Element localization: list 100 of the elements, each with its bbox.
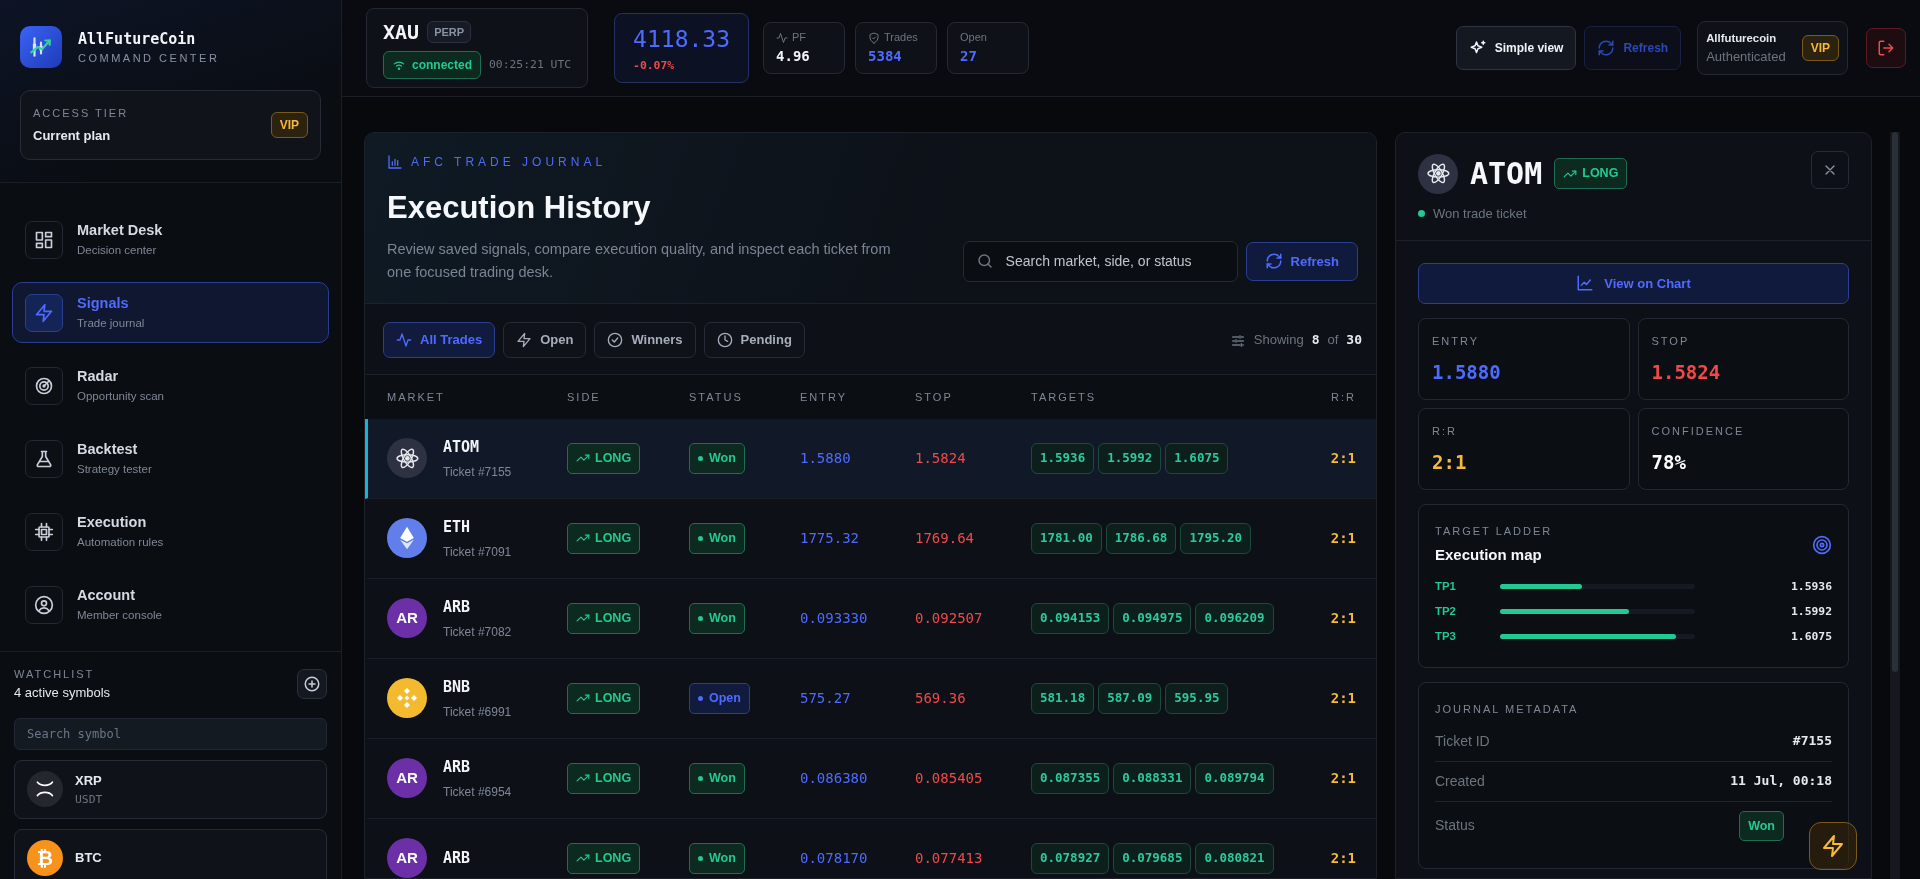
nav-item[interactable]: Account Member console — [12, 574, 329, 635]
side-badge: LONG — [567, 442, 641, 474]
shown-count: 8 — [1311, 331, 1320, 350]
status-badge: Won — [689, 522, 745, 554]
grid-icon — [34, 229, 54, 250]
stop-price: 0.092507 — [915, 608, 984, 628]
nav-item[interactable]: Market Desk Decision center — [12, 209, 329, 270]
target-price: 1781.00 — [1031, 522, 1102, 554]
status-text: Won trade ticket — [1433, 205, 1527, 223]
filter-tab[interactable]: All Trades — [383, 322, 496, 358]
search-field[interactable]: Search market, side, or status — [962, 240, 1238, 282]
chip-icon — [34, 521, 54, 542]
stat-value: 5384 — [868, 46, 903, 66]
stat-label: Trades — [884, 30, 918, 46]
watchlist-item[interactable]: ₿ BTC — [14, 828, 327, 879]
stat-value: 4.96 — [776, 46, 811, 66]
risk-reward: 2:1 — [1329, 528, 1356, 548]
coin-logo: AR — [387, 758, 427, 799]
metric-label: STOP — [1651, 334, 1691, 349]
trade-row[interactable]: AR ARB LONG Won 0.078170 0.077413 0.078927 0.079685 0.080821 2:1 — [365, 818, 1376, 878]
market-symbol: ARB — [443, 848, 471, 870]
side-badge: LONG — [567, 682, 641, 714]
check-circle-icon — [607, 332, 624, 349]
refresh-button[interactable]: Refresh — [1245, 241, 1358, 282]
user-icon — [34, 594, 54, 615]
side-badge: LONG — [567, 602, 641, 634]
quick-action-button[interactable] — [1809, 822, 1857, 870]
stat-value: 27 — [960, 46, 978, 66]
logout-button[interactable] — [1866, 28, 1906, 68]
symbol-search-field[interactable]: Search symbol — [14, 718, 327, 750]
filter-tab[interactable]: Pending — [703, 322, 805, 358]
refresh-icon — [1597, 39, 1616, 57]
coin-logo: AR — [387, 838, 427, 878]
watchlist-title: WATCHLIST — [14, 667, 96, 682]
target-price: 1795.20 — [1180, 522, 1252, 554]
target-price: 1.5936 — [1790, 577, 1832, 595]
signal-icon — [392, 58, 406, 72]
trade-row[interactable]: BNB Ticket #6991 LONG Open 575.27 569.36 581.18 587.09 595.95 2:1 — [365, 658, 1376, 739]
clock-icon — [716, 332, 733, 349]
simple-view-button[interactable]: Simple view — [1455, 26, 1577, 70]
lightning-icon — [34, 302, 54, 323]
nav-item[interactable]: Signals Trade journal — [12, 282, 329, 343]
bar-chart-icon — [387, 154, 403, 170]
clock-time: 00:25:21 UTC — [489, 56, 572, 74]
column-header: STOP — [915, 389, 954, 405]
coin-logo: ₿ — [27, 839, 63, 876]
auth-status: Authenticated — [1706, 47, 1786, 66]
ticket-number: Ticket #7091 — [443, 543, 512, 561]
logout-icon — [1877, 39, 1895, 57]
trade-row[interactable]: AR ARB Ticket #6954 LONG Won 0.086380 0.085405 0.087355 0.088331 0.089794 2:1 — [365, 738, 1376, 819]
nav-item[interactable]: Backtest Strategy tester — [12, 428, 329, 489]
target-icon — [1812, 534, 1832, 555]
trade-row[interactable]: ETH Ticket #7091 LONG Won 1775.32 1769.64 1781.00 1786.68 1795.20 2:1 — [365, 498, 1376, 579]
target-price: 0.087355 — [1031, 762, 1110, 794]
target-price: 587.09 — [1098, 682, 1162, 714]
nav-item[interactable]: Execution Automation rules — [12, 501, 329, 562]
target-price: 1.5936 — [1031, 442, 1095, 474]
add-symbol-button[interactable] — [297, 669, 327, 699]
filter-tab[interactable]: Winners — [594, 322, 696, 358]
lightning-icon — [516, 332, 533, 349]
status-badge: Won — [1739, 810, 1784, 842]
watchlist-item[interactable]: XRP USDT — [14, 760, 327, 819]
metric-value: 78% — [1651, 449, 1687, 475]
target-price: 595.95 — [1165, 682, 1229, 714]
refresh-icon — [1264, 252, 1283, 271]
metric-value: 2:1 — [1432, 449, 1468, 475]
close-button[interactable] — [1811, 151, 1849, 189]
entry-price: 575.27 — [800, 688, 852, 708]
risk-reward: 2:1 — [1329, 608, 1356, 628]
target-price: 1.6075 — [1165, 442, 1229, 474]
connection-status: connected — [383, 51, 481, 79]
watchlist-symbol: XRP — [75, 772, 103, 790]
view-chart-button[interactable]: View on Chart — [1418, 262, 1849, 304]
status-badge: Won — [689, 762, 745, 794]
column-header: STATUS — [689, 389, 744, 405]
target-price: 0.079685 — [1113, 842, 1192, 874]
target-price: 0.094975 — [1113, 602, 1192, 634]
filter-tab[interactable]: Open — [503, 322, 587, 358]
pulse-icon — [776, 31, 789, 44]
price: 4118.33 — [633, 25, 731, 55]
status-badge: Won — [689, 602, 745, 634]
risk-reward: 2:1 — [1329, 688, 1356, 708]
plan-name: Current plan — [33, 126, 112, 145]
target-price: 1.6075 — [1790, 627, 1832, 645]
status-badge: Won — [689, 442, 745, 474]
showing-label: Showing — [1253, 331, 1304, 350]
flask-icon — [34, 448, 54, 469]
sliders-icon — [1229, 332, 1246, 349]
of-label: of — [1327, 331, 1339, 350]
stat-label: PF — [792, 30, 807, 46]
nav-item[interactable]: Radar Opportunity scan — [12, 355, 329, 416]
trade-row[interactable]: ATOM Ticket #7155 LONG Won 1.5880 1.5824 1.5936 1.5992 1.6075 2:1 — [365, 418, 1376, 499]
lightning-icon — [1821, 834, 1845, 858]
journal-eyebrow: AFC TRADE JOURNAL — [411, 154, 607, 171]
target-price: 0.078927 — [1031, 842, 1110, 874]
trade-row[interactable]: AR ARB Ticket #7082 LONG Won 0.093330 0.092507 0.094153 0.094975 0.096209 2:1 — [365, 578, 1376, 659]
scrollbar[interactable] — [1890, 132, 1900, 879]
shield-icon — [868, 31, 881, 44]
coin-logo: AR — [387, 598, 427, 639]
metric-value: 1.5824 — [1651, 359, 1722, 385]
